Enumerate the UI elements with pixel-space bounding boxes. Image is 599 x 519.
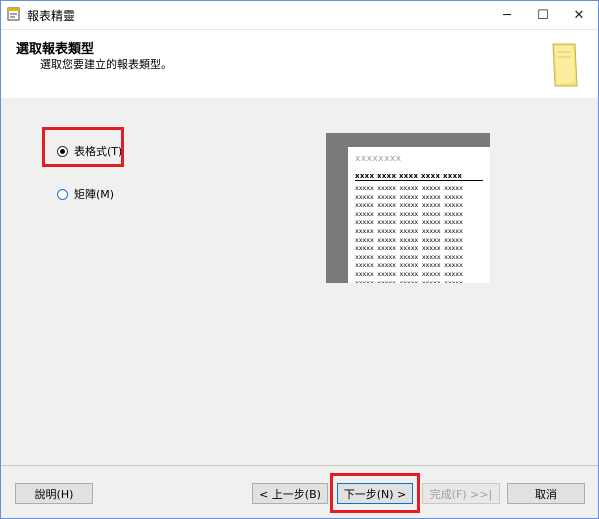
report-wizard-window: 報表精靈 ─ ☐ ✕ 選取報表類型 選取您要建立的報表類型。 表格式(T) 矩陣… xyxy=(0,0,599,519)
window-title: 報表精靈 xyxy=(27,9,76,23)
report-wizard-app-icon xyxy=(7,7,20,21)
next-highlight-box xyxy=(330,473,420,513)
matrix-radio[interactable] xyxy=(57,188,68,200)
preview-page: xxxxxxxx xxxx xxxx xxxx xxxx xxxx xxxxx … xyxy=(348,147,490,283)
matrix-option[interactable]: 矩陣(M) xyxy=(57,186,114,202)
tabular-radio[interactable] xyxy=(57,145,68,157)
finish-button[interactable]: 完成(F) >>| xyxy=(422,483,500,504)
maximize-icon: ☐ xyxy=(537,7,549,23)
note-icon xyxy=(552,43,578,87)
preview-title: xxxxxxxx xyxy=(355,154,402,164)
minimize-icon: ─ xyxy=(503,7,511,23)
cancel-button[interactable]: 取消 xyxy=(507,483,585,504)
minimize-button[interactable]: ─ xyxy=(489,1,525,29)
close-button[interactable]: ✕ xyxy=(561,1,597,29)
tabular-label: 表格式(T) xyxy=(74,145,123,158)
title-bar: 報表精靈 ─ ☐ ✕ xyxy=(1,1,598,29)
preview-header-row: xxxx xxxx xxxx xxxx xxxx xyxy=(355,172,483,181)
report-type-preview: xxxxxxxx xxxx xxxx xxxx xxxx xxxx xxxxx … xyxy=(326,133,490,283)
matrix-label: 矩陣(M) xyxy=(74,188,115,201)
preview-data-rows: xxxxx xxxxx xxxxx xxxxx xxxxx xxxxx xxxx… xyxy=(355,184,463,283)
back-button[interactable]: < 上一步(B) xyxy=(252,483,328,504)
maximize-button[interactable]: ☐ xyxy=(525,1,561,29)
wizard-header: 選取報表類型 選取您要建立的報表類型。 xyxy=(1,29,598,99)
wizard-footer: 說明(H) < 上一步(B) 下一步(N) > 完成(F) >>| 取消 xyxy=(1,466,598,518)
help-button[interactable]: 說明(H) xyxy=(15,483,93,504)
tabular-option[interactable]: 表格式(T) xyxy=(57,143,122,159)
close-icon: ✕ xyxy=(573,7,585,23)
page-title: 選取報表類型 xyxy=(16,42,95,57)
page-subtitle: 選取您要建立的報表類型。 xyxy=(40,58,172,71)
